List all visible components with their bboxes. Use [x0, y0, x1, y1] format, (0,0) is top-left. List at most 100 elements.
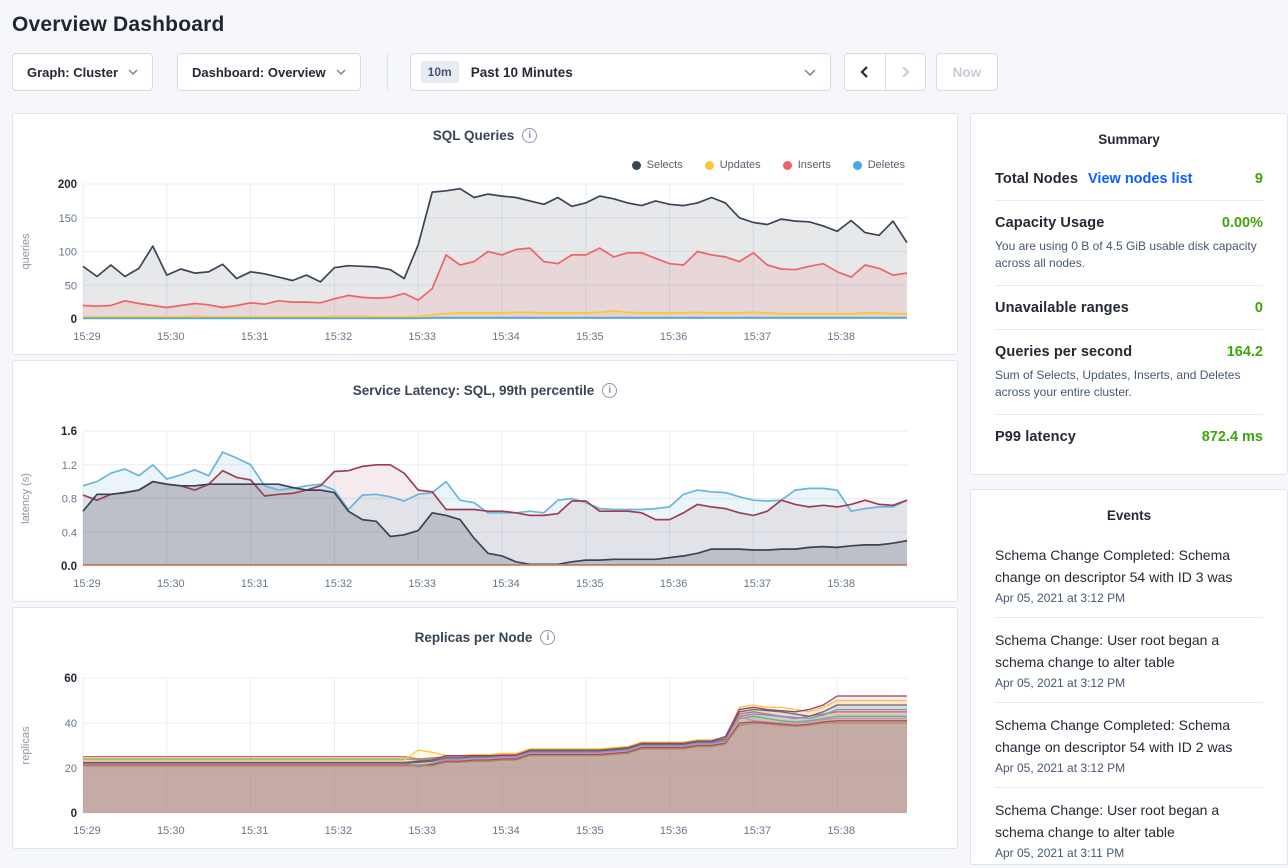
svg-text:100: 100 [59, 247, 77, 259]
info-icon[interactable]: i [540, 630, 555, 645]
capacity-usage-description: You are using 0 B of 4.5 GiB usable disk… [995, 238, 1263, 272]
event-item: Schema Change: User root began a schema … [995, 618, 1263, 703]
info-icon[interactable]: i [522, 128, 537, 143]
svg-text:1.2: 1.2 [62, 460, 77, 472]
graph-dropdown[interactable]: Graph: Cluster [12, 53, 153, 91]
summary-item-unavailable-ranges: Unavailable ranges 0 [995, 286, 1263, 330]
event-timestamp: Apr 05, 2021 at 3:12 PM [995, 761, 1263, 775]
svg-text:15:38: 15:38 [827, 825, 855, 837]
time-range-value: Past 10 Minutes [471, 65, 804, 80]
svg-text:0.0: 0.0 [61, 561, 77, 573]
svg-text:15:36: 15:36 [660, 825, 688, 837]
svg-text:0.4: 0.4 [62, 527, 77, 539]
info-icon[interactable]: i [602, 383, 617, 398]
legend-item-updates: Updates [705, 159, 761, 171]
p99-latency-value: 872.4 ms [1202, 429, 1263, 445]
chevron-left-icon [858, 65, 872, 79]
svg-text:15:33: 15:33 [408, 578, 436, 590]
time-range-selector[interactable]: 10m Past 10 Minutes [410, 53, 831, 91]
overview-dashboard-page: Overview Dashboard Graph: Cluster Dashbo… [0, 0, 1288, 865]
svg-text:0.8: 0.8 [62, 494, 77, 506]
svg-text:0: 0 [71, 314, 77, 326]
svg-text:200: 200 [58, 179, 77, 191]
svg-text:15:30: 15:30 [157, 331, 185, 343]
unavailable-ranges-value: 0 [1255, 300, 1263, 316]
dashboard-dropdown-label: Dashboard: Overview [192, 65, 326, 80]
dashboard-content: SQL Queries i Selects Updates Inserts [12, 113, 1288, 865]
svg-text:15:33: 15:33 [408, 331, 436, 343]
capacity-usage-value: 0.00% [1222, 215, 1263, 231]
chevron-down-icon [336, 69, 346, 75]
svg-text:15:35: 15:35 [576, 578, 604, 590]
svg-text:15:32: 15:32 [325, 331, 353, 343]
svg-text:15:32: 15:32 [325, 578, 353, 590]
legend-item-selects: Selects [632, 159, 683, 171]
summary-heading: Summary [971, 114, 1287, 157]
svg-text:15:34: 15:34 [492, 331, 520, 343]
chart-legend: Selects Updates Inserts Deletes [632, 159, 905, 171]
chevron-right-icon [898, 65, 912, 79]
svg-text:15:37: 15:37 [744, 825, 772, 837]
total-nodes-value: 9 [1255, 171, 1263, 187]
event-item: Schema Change Completed: Schema change o… [995, 533, 1263, 618]
now-button[interactable]: Now [936, 53, 999, 91]
dashboard-dropdown[interactable]: Dashboard: Overview [177, 53, 361, 91]
sql-queries-chart-card: SQL Queries i Selects Updates Inserts [12, 113, 958, 355]
svg-text:15:29: 15:29 [73, 825, 101, 837]
sidebar: Summary Total Nodes View nodes list 9 Ca… [970, 113, 1288, 865]
legend-item-deletes: Deletes [853, 159, 905, 171]
service-latency-chart[interactable]: 0.0 0.4 0.8 1.2 1.6 15:29 15:30 15:31 15:32 15:33… [13, 425, 959, 593]
svg-text:15:38: 15:38 [827, 578, 855, 590]
event-timestamp: Apr 05, 2021 at 3:12 PM [995, 591, 1263, 605]
svg-text:1.6: 1.6 [61, 426, 77, 438]
svg-text:latency (s): latency (s) [20, 473, 32, 524]
svg-text:0: 0 [71, 808, 77, 820]
svg-text:20: 20 [65, 763, 77, 775]
summary-item-total-nodes: Total Nodes View nodes list 9 [995, 157, 1263, 201]
toolbar-divider [387, 53, 388, 91]
summary-item-capacity-usage: Capacity Usage 0.00% You are using 0 B o… [995, 201, 1263, 286]
queries-per-second-value: 164.2 [1227, 344, 1263, 360]
chevron-down-icon [804, 69, 816, 76]
prev-time-button[interactable] [845, 54, 885, 90]
summary-panel: Summary Total Nodes View nodes list 9 Ca… [970, 113, 1288, 475]
chevron-down-icon [128, 69, 138, 75]
svg-text:15:29: 15:29 [73, 331, 101, 343]
svg-text:15:32: 15:32 [325, 825, 353, 837]
svg-text:15:38: 15:38 [827, 331, 855, 343]
legend-dot [853, 161, 862, 170]
time-pager [844, 53, 926, 91]
svg-text:15:29: 15:29 [73, 578, 101, 590]
event-timestamp: Apr 05, 2021 at 3:11 PM [995, 846, 1263, 860]
svg-text:queries: queries [20, 233, 32, 270]
charts-column: SQL Queries i Selects Updates Inserts [12, 113, 958, 849]
legend-dot [632, 161, 641, 170]
svg-text:15:33: 15:33 [408, 825, 436, 837]
legend-item-inserts: Inserts [783, 159, 831, 171]
next-time-button[interactable] [885, 54, 925, 90]
replicas-per-node-chart[interactable]: 020406015:2915:3015:3115:3215:3315:3415:… [13, 672, 959, 840]
svg-text:15:36: 15:36 [660, 578, 688, 590]
summary-item-queries-per-second: Queries per second 164.2 Sum of Selects,… [995, 330, 1263, 415]
chart-title-row: SQL Queries i [13, 128, 957, 143]
summary-item-p99-latency: P99 latency 872.4 ms [995, 415, 1263, 458]
svg-text:15:31: 15:31 [241, 331, 269, 343]
svg-text:15:35: 15:35 [576, 825, 604, 837]
chart-title: SQL Queries [433, 128, 515, 143]
svg-text:15:34: 15:34 [492, 578, 520, 590]
svg-text:15:35: 15:35 [576, 331, 604, 343]
svg-text:replicas: replicas [20, 726, 32, 764]
events-heading: Events [971, 490, 1287, 533]
events-panel: Events Schema Change Completed: Schema c… [970, 489, 1288, 865]
event-item: Schema Change: User root began a schema … [995, 788, 1263, 865]
svg-text:60: 60 [64, 673, 77, 685]
svg-text:15:30: 15:30 [157, 578, 185, 590]
sql-queries-chart[interactable]: 05010015020015:2915:3015:3115:3215:3315:… [13, 178, 959, 346]
svg-text:15:36: 15:36 [660, 331, 688, 343]
event-timestamp: Apr 05, 2021 at 3:12 PM [995, 676, 1263, 690]
time-range-badge: 10m [421, 61, 459, 83]
chart-title-row: Replicas per Node i [13, 630, 957, 645]
queries-per-second-description: Sum of Selects, Updates, Inserts, and De… [995, 367, 1263, 401]
svg-text:15:31: 15:31 [241, 578, 269, 590]
view-nodes-list-link[interactable]: View nodes list [1088, 171, 1193, 187]
